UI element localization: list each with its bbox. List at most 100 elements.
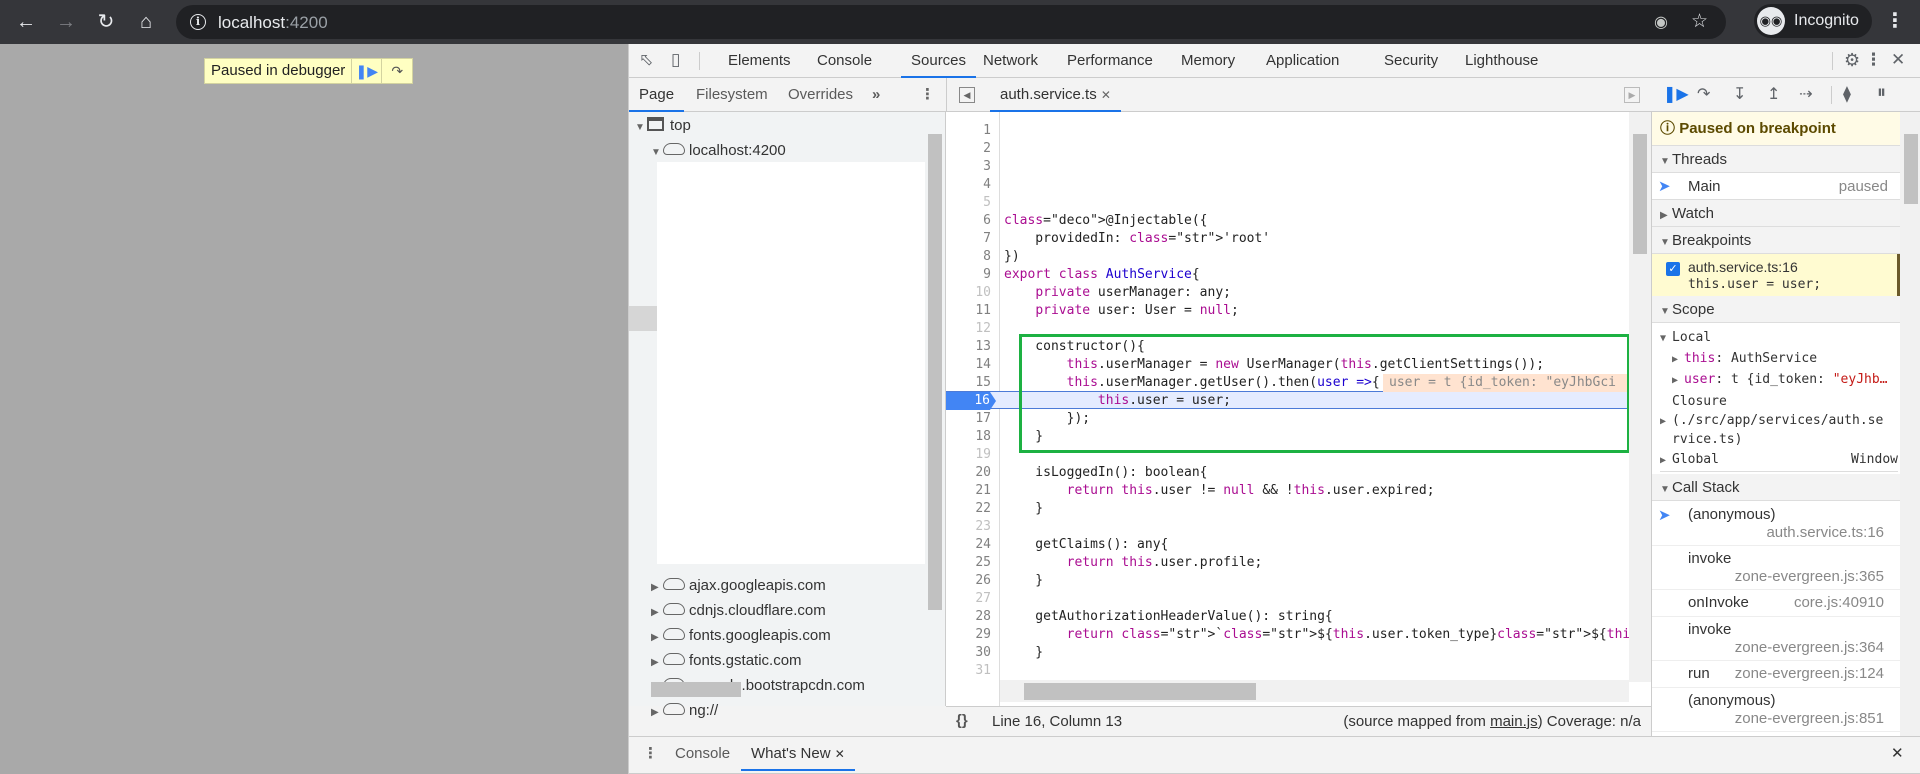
line-number[interactable]: 10 — [951, 284, 991, 302]
line-number[interactable]: 2 — [951, 140, 991, 158]
tree-item-localhost[interactable]: ▼ localhost:4200 — [651, 139, 786, 163]
line-number[interactable]: 14 — [951, 356, 991, 374]
more-tabs-chevron-icon[interactable]: » — [872, 78, 880, 112]
line-number[interactable]: 20 — [951, 464, 991, 482]
nav-tab-page[interactable]: Page — [629, 78, 685, 112]
editor-horizontal-scrollbar[interactable] — [1000, 680, 1629, 702]
address-bar[interactable]: i localhost:4200 ◉ ☆ — [176, 5, 1726, 39]
step-into-icon[interactable]: ↧ — [1733, 84, 1746, 104]
inspect-element-icon[interactable]: ⬁ — [639, 50, 653, 70]
call-frame[interactable]: onInvoke core.js:40910 — [1652, 590, 1900, 617]
drawer-menu-icon[interactable]: ⋮ — [643, 737, 658, 771]
line-number[interactable]: 18 — [951, 428, 991, 446]
frame-location[interactable]: core.js:40910 — [1794, 594, 1884, 611]
navigator-horizontal-scrollbar[interactable] — [629, 678, 926, 700]
breakpoint-item[interactable]: ✓ auth.service.ts:16 this.user = user; — [1652, 254, 1900, 296]
resume-icon[interactable]: ❚▶ — [352, 59, 383, 83]
breakpoint-marker[interactable]: 16 — [946, 392, 996, 410]
resume-icon[interactable]: ❚▶ — [1663, 84, 1689, 104]
step-over-icon[interactable]: ↷ — [1697, 84, 1710, 104]
line-number[interactable]: 22 — [951, 500, 991, 518]
line-number[interactable]: 4 — [951, 176, 991, 194]
line-number[interactable]: 11 — [951, 302, 991, 320]
drawer-tab-console[interactable]: Console — [675, 737, 730, 771]
line-number[interactable]: 23 — [951, 518, 991, 536]
scope-local[interactable]: ▼ Local — [1660, 330, 1908, 348]
scope-var-user[interactable]: ▶ user: t {id_token: "eyJhb… — [1672, 372, 1898, 390]
line-number[interactable]: 5 — [951, 194, 991, 212]
pause-on-exceptions-icon[interactable]: ⏸ — [1877, 82, 1886, 103]
section-call-stack[interactable]: ▼ Call Stack — [1652, 474, 1900, 501]
close-drawer-tab-icon[interactable]: ✕ — [835, 747, 845, 761]
section-scope[interactable]: ▼ Scope — [1652, 296, 1900, 323]
step-icon[interactable]: ⇢ — [1799, 84, 1812, 104]
tab-security[interactable]: Security — [1384, 44, 1438, 78]
pretty-print-icon[interactable]: {} — [956, 712, 968, 729]
deactivate-breakpoints-icon[interactable]: ⧫ — [1843, 84, 1851, 104]
line-number[interactable]: 3 — [951, 158, 991, 176]
line-number[interactable]: 13 — [951, 338, 991, 356]
frame-location[interactable]: auth.service.ts:16 — [1766, 524, 1884, 541]
scroll-thumb[interactable] — [928, 134, 942, 610]
tree-item-domain[interactable]: ▶ ajax.googleapis.com — [651, 574, 826, 598]
tab-memory[interactable]: Memory — [1181, 44, 1235, 78]
forward-button[interactable]: → — [52, 8, 80, 36]
line-number[interactable]: 8 — [951, 248, 991, 266]
line-number[interactable]: 31 — [951, 662, 991, 680]
nav-tab-filesystem[interactable]: Filesystem — [696, 78, 768, 112]
tab-elements[interactable]: Elements — [728, 44, 791, 78]
toggle-navigator-icon[interactable]: ◀ — [959, 87, 975, 103]
scroll-thumb[interactable] — [1024, 683, 1256, 700]
tab-sources[interactable]: Sources — [901, 44, 977, 78]
line-number[interactable]: 26 — [951, 572, 991, 590]
tree-item-domain[interactable]: ▶ fonts.googleapis.com — [651, 624, 831, 648]
call-frame[interactable]: invoke zone-evergreen.js:365 — [1652, 546, 1900, 590]
browser-menu-icon[interactable]: ⋮ — [1885, 8, 1905, 33]
close-file-tab-icon[interactable]: ✕ — [1101, 88, 1111, 102]
settings-gear-icon[interactable]: ⚙ — [1844, 50, 1860, 71]
tracking-blocked-icon[interactable]: ◉ — [1654, 12, 1668, 32]
reload-button[interactable]: ↻ — [92, 8, 120, 36]
line-number[interactable]: 19 — [951, 446, 991, 464]
frame-location[interactable]: zone-evergreen.js:851 — [1735, 710, 1884, 727]
bookmark-star-icon[interactable]: ☆ — [1691, 10, 1708, 33]
home-button[interactable]: ⌂ — [132, 8, 160, 36]
nav-tab-overrides[interactable]: Overrides — [788, 78, 853, 112]
resize-handle[interactable] — [629, 306, 657, 331]
back-button[interactable]: ← — [12, 8, 40, 36]
call-frame[interactable]: (anonymous) zone-evergreen.js:851 — [1652, 688, 1900, 732]
line-number[interactable]: 28 — [951, 608, 991, 626]
line-number[interactable]: 21 — [951, 482, 991, 500]
frame-location[interactable]: zone-evergreen.js:365 — [1735, 568, 1884, 585]
tree-item-domain[interactable]: ▶ ng:// — [651, 699, 718, 723]
tab-network[interactable]: Network — [983, 44, 1038, 78]
tree-item-top[interactable]: ▼ top — [635, 114, 691, 138]
scope-var-this[interactable]: ▶ this: AuthService — [1672, 351, 1920, 369]
scroll-thumb[interactable] — [1633, 134, 1647, 254]
close-devtools-icon[interactable]: ✕ — [1891, 50, 1905, 70]
line-number[interactable]: 30 — [951, 644, 991, 662]
call-frame[interactable]: run zone-evergreen.js:124 — [1652, 661, 1900, 688]
drawer-tab-whats-new[interactable]: What's New ✕ — [741, 737, 855, 771]
devtools-menu-icon[interactable]: ⋮ — [1865, 50, 1882, 70]
line-number[interactable]: 29 — [951, 626, 991, 644]
scroll-thumb[interactable] — [651, 682, 741, 697]
scope-global[interactable]: ▶ Global Window — [1660, 452, 1898, 472]
line-number[interactable]: 1 — [951, 122, 991, 140]
line-number[interactable]: 7 — [951, 230, 991, 248]
step-out-icon[interactable]: ↥ — [1767, 84, 1780, 104]
section-breakpoints[interactable]: ▼ Breakpoints — [1652, 227, 1900, 254]
line-number[interactable]: 6 — [951, 212, 991, 230]
toggle-debugger-sidebar-icon[interactable]: ▶ — [1624, 87, 1640, 103]
frame-location[interactable]: zone-evergreen.js:364 — [1735, 639, 1884, 656]
line-number[interactable]: 9 — [951, 266, 991, 284]
source-map-link[interactable]: main.js — [1490, 713, 1538, 730]
call-frame[interactable]: invoke zone-evergreen.js:364 — [1652, 617, 1900, 661]
call-frame[interactable]: ➤ (anonymous) auth.service.ts:16 — [1652, 502, 1900, 546]
tab-application[interactable]: Application — [1266, 44, 1339, 78]
line-number[interactable]: 24 — [951, 536, 991, 554]
sidebar-vertical-scrollbar[interactable] — [1900, 112, 1920, 736]
line-number[interactable]: 12 — [951, 320, 991, 338]
step-over-icon[interactable]: ↷ — [382, 59, 412, 83]
info-icon[interactable]: i — [190, 14, 206, 30]
